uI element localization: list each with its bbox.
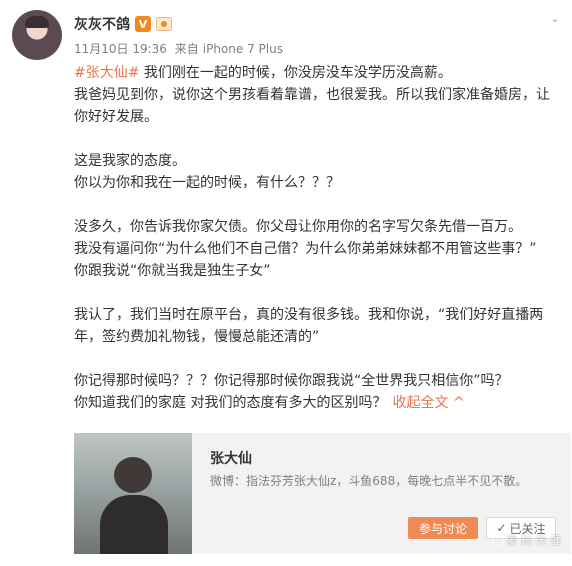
watermark-logo-icon (491, 534, 504, 546)
content-line: 没多久，你告诉我你家欠债。你父母让你用你的名字写欠条先借一百万。 (74, 219, 522, 235)
user-avatar[interactable] (12, 10, 62, 60)
post-content: #张大仙# 我们刚在一起的时候，你没房没车没学历没高薪。 我爸妈见到你，说你这个… (74, 62, 560, 414)
watermark: 麦 玩 天 涯 (491, 532, 562, 548)
collapse-full-text-link[interactable]: 收起全文 ^ (392, 395, 464, 411)
content-line: 你知道我们的家庭 对我们的态度有多大的区别吗？ 收起全文 ^ (74, 392, 560, 414)
content-line: 你记得那时候吗？？？你记得那时候你跟我说“全世界我只相信你”吗？ (74, 373, 509, 389)
topic-card-image[interactable] (74, 433, 192, 554)
topic-card-title[interactable]: 张大仙 (210, 448, 252, 468)
member-badge-icon (156, 17, 172, 31)
content-text: 我们刚在一起的时候，你没房没车没学历没高薪。 (143, 65, 452, 81)
join-discussion-button[interactable]: 参与讨论 (408, 517, 478, 539)
content-line: 我爸妈见到你，说你这个男孩看着靠谱，也很爱我。所以我们家准备婚房，让你好好发展。 (74, 87, 550, 125)
content-line: #张大仙# 我们刚在一起的时候，你没房没车没学历没高薪。 (74, 62, 560, 84)
post-source[interactable]: iPhone 7 Plus (203, 42, 283, 56)
content-line: 我认了，我们当时在原平台，真的没有很多钱。我和你说，“我们好好直播两年，签约费加… (74, 307, 544, 345)
post-meta: 11月10日 19:36 来自 iPhone 7 Plus (74, 40, 287, 57)
topic-card[interactable]: 张大仙 微博：指法芬芳张大仙z，斗鱼688，每晚七点半不见不散。 参与讨论 ✓ … (74, 433, 571, 554)
content-line: 你跟我说“你就当我是独生子女” (74, 263, 271, 279)
watermark-text: 麦 玩 天 涯 (506, 534, 562, 547)
post-time[interactable]: 11月10日 19:36 (74, 42, 167, 56)
topic-card-description: 微博：指法芬芳张大仙z，斗鱼688，每晚七点半不见不散。 (210, 474, 528, 488)
post-menu-chevron-down-icon[interactable]: ⌄ (550, 13, 560, 24)
content-line: 我没有逼问你“为什么他们不自己借？为什么你弟弟妹妹都不用管这些事？” (74, 241, 537, 257)
chevron-up-icon: ^ (452, 395, 465, 411)
source-prefix: 来自 (174, 42, 199, 56)
vip-verified-icon: V (135, 16, 151, 32)
content-text: 你知道我们的家庭 对我们的态度有多大的区别吗？ (74, 395, 387, 411)
hashtag-link[interactable]: #张大仙# (74, 65, 139, 81)
collapse-label: 收起全文 (392, 395, 449, 411)
username-link[interactable]: 灰灰不鸽 (74, 14, 130, 34)
post-author: 灰灰不鸽 V (74, 14, 172, 34)
content-line: 这是我家的态度。 (74, 153, 186, 169)
content-line: 你以为你和我在一起的时候，有什么？？？ (74, 175, 340, 191)
